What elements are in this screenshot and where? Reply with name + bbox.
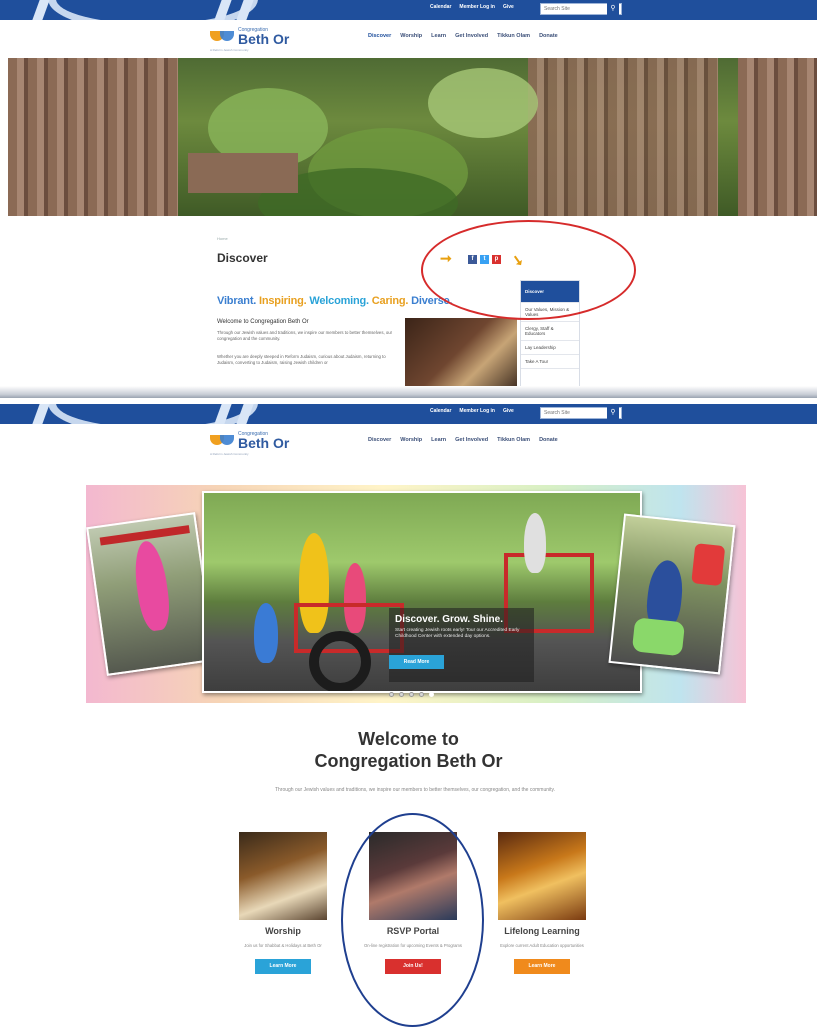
slider-dot[interactable]: [389, 692, 394, 697]
welcome-heading: Welcome to Congregation Beth Or: [217, 319, 309, 325]
utility-bar: Calendar Member Log in Give ⚲: [0, 0, 817, 32]
nav-get-involved[interactable]: Get Involved: [455, 437, 488, 443]
decorative-stroke: [32, 0, 50, 20]
logo-mark-icon: [210, 27, 236, 43]
slide-caption: Discover. Grow. Shine. Start creating Je…: [389, 608, 534, 682]
nav-discover[interactable]: Discover: [368, 33, 391, 39]
annotation-red-circle: [421, 220, 636, 320]
learn-more-button[interactable]: Learn More: [514, 959, 570, 974]
page-fold-shadow: [0, 386, 817, 398]
site-header: Congregation Beth Or A Reform Jewish Com…: [0, 20, 817, 58]
nav-donate[interactable]: Donate: [539, 437, 558, 443]
nav-worship[interactable]: Worship: [400, 33, 422, 39]
nav-tikkun-olam[interactable]: Tikkun Olam: [497, 33, 530, 39]
calendar-link[interactable]: Calendar: [430, 408, 451, 414]
utility-bar: Calendar Member Log in Give ⚲: [0, 404, 817, 436]
annotation-blue-oval: [341, 813, 484, 1027]
tagline-word: Welcoming.: [309, 295, 369, 307]
slider-dots: [389, 692, 434, 697]
search-box: ⚲: [540, 3, 622, 15]
hero-image-garden: [8, 58, 817, 216]
main-nav: Discover Worship Learn Get Involved Tikk…: [368, 437, 558, 443]
search-icon[interactable]: ⚲: [607, 407, 619, 419]
intro-paragraph-2: Whether you are deeply steeped in Reform…: [217, 354, 386, 365]
card-description: Join us for Shabbat & Holidays at Beth O…: [244, 943, 322, 948]
decorative-stroke: [32, 404, 50, 424]
intro-paragraph: Through our Jewish values and traditions…: [217, 330, 393, 341]
nav-worship[interactable]: Worship: [400, 437, 422, 443]
nav-discover[interactable]: Discover: [368, 437, 391, 443]
nav-learn[interactable]: Learn: [431, 33, 446, 39]
slide-title: Discover. Grow. Shine.: [395, 614, 503, 625]
nav-tikkun-olam[interactable]: Tikkun Olam: [497, 437, 530, 443]
card-worship: Worship Join us for Shabbat & Holidays a…: [233, 832, 333, 974]
breadcrumb[interactable]: Home: [217, 236, 228, 241]
card-lifelong-learning: Lifelong Learning Explore current Adult …: [492, 832, 592, 974]
utility-links: Calendar Member Log in Give: [430, 408, 514, 414]
card-description: Explore current Adult Education opportun…: [500, 943, 584, 948]
slider-dot[interactable]: [409, 692, 414, 697]
tagline-word: Vibrant.: [217, 295, 257, 307]
nav-get-involved[interactable]: Get Involved: [455, 33, 488, 39]
sidenav-item-tour[interactable]: Take A Tour: [521, 355, 579, 369]
utility-links: Calendar Member Log in Give: [430, 4, 514, 10]
site-header: Congregation Beth Or A Reform Jewish Com…: [0, 424, 817, 462]
nav-donate[interactable]: Donate: [539, 33, 558, 39]
logo-mark-icon: [210, 431, 236, 447]
welcome-title-line1: Welcome to: [358, 729, 459, 749]
slide-text: Start creating Jewish roots early! Tour …: [395, 628, 520, 639]
tagline-word: Inspiring.: [259, 295, 307, 307]
search-input[interactable]: [541, 408, 607, 418]
slide-photo-right: [608, 513, 736, 675]
read-more-button[interactable]: Read More: [389, 655, 444, 669]
give-link[interactable]: Give: [503, 408, 514, 414]
logo-big-text: Beth Or: [238, 435, 290, 451]
nav-learn[interactable]: Learn: [431, 437, 446, 443]
learning-image: [498, 832, 586, 920]
logo-big-text: Beth Or: [238, 31, 290, 47]
site-logo[interactable]: Congregation Beth Or: [210, 431, 289, 450]
tagline: Vibrant. Inspiring. Welcoming. Caring. D…: [217, 295, 453, 307]
card-title: Lifelong Learning: [504, 926, 580, 936]
worship-image: [239, 832, 327, 920]
screenshot-home-page: Calendar Member Log in Give ⚲ Congregati…: [0, 404, 817, 1029]
calendar-link[interactable]: Calendar: [430, 4, 451, 10]
slider-dot[interactable]: [399, 692, 404, 697]
member-login-link[interactable]: Member Log in: [459, 4, 495, 10]
slider-dot[interactable]: [419, 692, 424, 697]
slide-photo-left: [86, 512, 216, 676]
sidenav-item-clergy[interactable]: Clergy, Staff & Educators: [521, 322, 579, 341]
page-title: Discover: [217, 251, 268, 265]
hero-slider: Discover. Grow. Shine. Start creating Je…: [86, 485, 746, 703]
learn-more-button[interactable]: Learn More: [255, 959, 311, 974]
search-icon[interactable]: ⚲: [607, 3, 619, 15]
member-login-link[interactable]: Member Log in: [459, 408, 495, 414]
slide-button-wrap: Read More: [389, 655, 444, 669]
tagline-word: Caring.: [371, 295, 409, 307]
give-link[interactable]: Give: [503, 4, 514, 10]
search-box: ⚲: [540, 407, 622, 419]
site-logo[interactable]: Congregation Beth Or: [210, 27, 289, 46]
logo-tagline: A Reform Jewish Community: [210, 48, 249, 52]
sidenav-item-lay-leadership[interactable]: Lay Leadership: [521, 341, 579, 355]
welcome-intro: Through our Jewish values and traditions…: [274, 787, 556, 793]
welcome-title-line2: Congregation Beth Or: [314, 751, 503, 771]
slider-dot-active[interactable]: [429, 692, 434, 697]
main-nav: Discover Worship Learn Get Involved Tikk…: [368, 33, 558, 39]
screenshot-discover-page: Calendar Member Log in Give ⚲ Congregati…: [0, 0, 817, 398]
discover-content: Home Discover f t p ➞ ➞ Vibrant. Inspiri…: [0, 216, 817, 398]
search-input[interactable]: [541, 4, 607, 14]
logo-tagline: A Reform Jewish Community: [210, 452, 249, 456]
card-title: Worship: [265, 926, 301, 936]
